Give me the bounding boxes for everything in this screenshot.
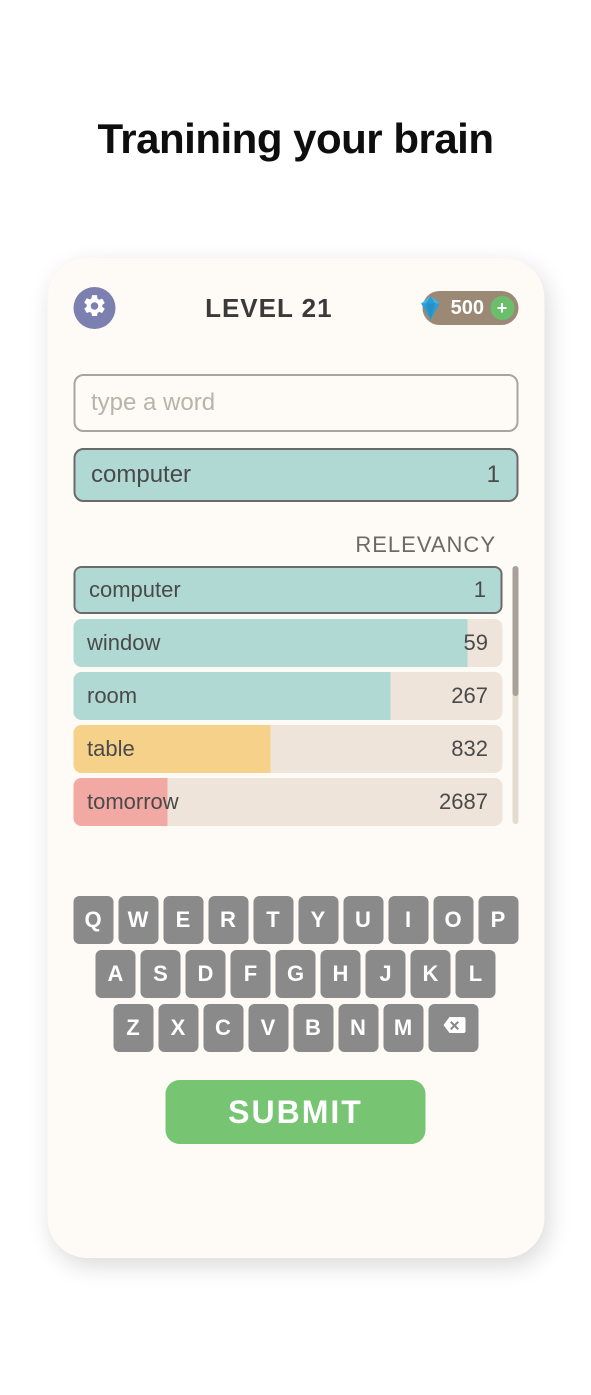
key-n[interactable]: N <box>338 1004 378 1052</box>
submit-button[interactable]: SUBMIT <box>166 1080 426 1144</box>
key-l[interactable]: L <box>456 950 496 998</box>
key-e[interactable]: E <box>163 896 203 944</box>
add-gems-button[interactable]: + <box>490 296 514 320</box>
gem-count: 500 <box>451 297 484 320</box>
key-h[interactable]: H <box>321 950 361 998</box>
key-b[interactable]: B <box>293 1004 333 1052</box>
guess-list: computer1 window59 room267 table832 tomorrow… <box>73 566 502 826</box>
key-u[interactable]: U <box>343 896 383 944</box>
guess-score: 2687 <box>439 789 502 815</box>
scrollbar[interactable] <box>512 566 518 824</box>
key-j[interactable]: J <box>366 950 406 998</box>
guess-score: 59 <box>464 630 502 656</box>
guess-row: computer1 <box>73 566 502 614</box>
guess-score: 267 <box>451 683 502 709</box>
guess-word: window <box>73 630 464 656</box>
key-s[interactable]: S <box>141 950 181 998</box>
key-p[interactable]: P <box>478 896 518 944</box>
gem-icon <box>417 294 445 322</box>
guess-row: table832 <box>73 725 502 773</box>
key-f[interactable]: F <box>231 950 271 998</box>
key-d[interactable]: D <box>186 950 226 998</box>
scrollbar-thumb[interactable] <box>512 566 518 696</box>
keyboard: QWERTYUIOP ASDFGHJKL ZXCVBNM <box>73 896 518 1052</box>
key-t[interactable]: T <box>253 896 293 944</box>
key-y[interactable]: Y <box>298 896 338 944</box>
key-m[interactable]: M <box>383 1004 423 1052</box>
guess-score: 1 <box>474 577 500 603</box>
key-a[interactable]: A <box>96 950 136 998</box>
guess-score: 832 <box>451 736 502 762</box>
guess-word: room <box>73 683 451 709</box>
phone-frame: LEVEL 21 500 + computer 1 RELEVANCY comp… <box>47 258 544 1258</box>
key-i[interactable]: I <box>388 896 428 944</box>
guess-word: tomorrow <box>73 789 439 815</box>
guess-word: computer <box>75 577 474 603</box>
guess-word: table <box>73 736 451 762</box>
key-x[interactable]: X <box>158 1004 198 1052</box>
backspace-icon <box>441 1013 465 1043</box>
key-w[interactable]: W <box>118 896 158 944</box>
gear-icon <box>81 293 107 324</box>
guess-row: room267 <box>73 672 502 720</box>
key-g[interactable]: G <box>276 950 316 998</box>
key-r[interactable]: R <box>208 896 248 944</box>
gems-counter[interactable]: 500 + <box>423 291 518 325</box>
current-guess-score: 1 <box>487 461 500 489</box>
key-z[interactable]: Z <box>113 1004 153 1052</box>
guess-row: tomorrow2687 <box>73 778 502 826</box>
page-title: Tranining your brain <box>0 115 591 163</box>
level-label: LEVEL 21 <box>205 293 332 324</box>
key-k[interactable]: K <box>411 950 451 998</box>
word-input[interactable] <box>73 374 518 432</box>
key-o[interactable]: O <box>433 896 473 944</box>
key-v[interactable]: V <box>248 1004 288 1052</box>
current-guess-row: computer 1 <box>73 448 518 502</box>
relevancy-header: RELEVANCY <box>73 532 518 558</box>
key-c[interactable]: C <box>203 1004 243 1052</box>
key-q[interactable]: Q <box>73 896 113 944</box>
backspace-key[interactable] <box>428 1004 478 1052</box>
current-guess-word: computer <box>91 461 191 489</box>
settings-button[interactable] <box>73 287 115 329</box>
guess-row: window59 <box>73 619 502 667</box>
top-bar: LEVEL 21 500 + <box>73 286 518 330</box>
